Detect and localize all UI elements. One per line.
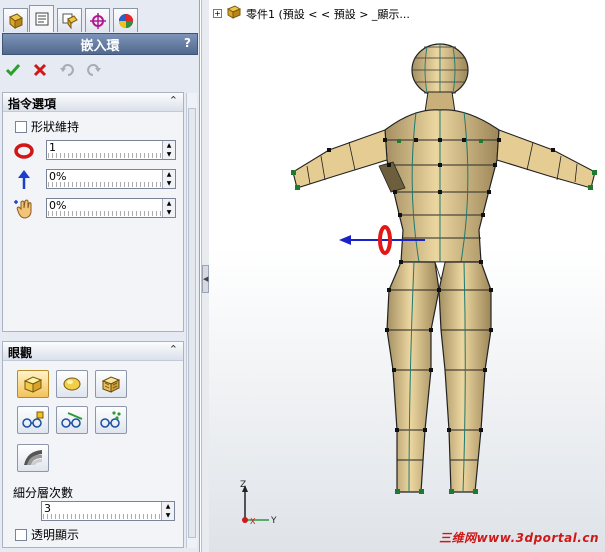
help-button[interactable]: ? bbox=[184, 36, 191, 50]
close-icon[interactable] bbox=[31, 61, 49, 79]
arrow-up-icon bbox=[13, 169, 35, 191]
configuration-icon[interactable] bbox=[57, 8, 82, 32]
command-options-group: 指令選項 ⌃ 形狀維持 1 ▲ ▼ 0% ▲ ▼ 0% ▲ ▼ bbox=[2, 92, 184, 332]
offset-spinbox[interactable]: 0% ▲ ▼ bbox=[46, 169, 176, 189]
scrollbar-thumb[interactable] bbox=[188, 108, 196, 538]
collapse-arrow-icon[interactable]: ◀ bbox=[202, 265, 209, 293]
keep-shape-checkbox[interactable] bbox=[15, 120, 27, 133]
watermark-text: 三维网www.3dportal.cn bbox=[439, 531, 599, 545]
check-icon[interactable] bbox=[4, 61, 22, 79]
property-manager-panel: 嵌入環 ? 指令選項 ⌃ 形狀維持 1 ▲ ▼ 0% ▲ ▼ 0% ▲ ▼ 眼觀… bbox=[0, 0, 200, 552]
ring-count-spinbox[interactable]: 1 ▲ ▼ bbox=[46, 140, 176, 160]
mesh-model[interactable]: Z Y X bbox=[209, 0, 605, 552]
command-options-header[interactable]: 指令選項 ⌃ bbox=[3, 93, 183, 112]
subdivision-level-label: 細分層次數 bbox=[13, 486, 74, 500]
crosshair-icon[interactable] bbox=[85, 8, 110, 32]
subdivision-level-spinbox[interactable]: 3 ▲ ▼ bbox=[41, 501, 175, 521]
vertex-control-icon[interactable] bbox=[95, 406, 127, 434]
spin-buttons[interactable]: ▲ ▼ bbox=[162, 141, 175, 159]
display-group: 眼觀 ⌃ 細分層次數 3 ▲ ▼ 透明顯示 bbox=[2, 341, 184, 548]
panel-splitter[interactable]: ◀ bbox=[201, 0, 209, 552]
axis-y-label: Y bbox=[270, 516, 277, 526]
spin-buttons[interactable]: ▲ ▼ bbox=[162, 170, 175, 188]
spin-buttons[interactable]: ▲ ▼ bbox=[161, 502, 174, 520]
transparent-option[interactable]: 透明顯示 bbox=[15, 526, 79, 543]
edge-control-icon[interactable] bbox=[56, 406, 88, 434]
keep-shape-label: 形狀維持 bbox=[31, 120, 80, 134]
panel-actions bbox=[4, 61, 103, 79]
smooth-shaded-icon[interactable] bbox=[56, 370, 88, 398]
drag-spinbox[interactable]: 0% ▲ ▼ bbox=[46, 198, 176, 218]
control-points-icon[interactable] bbox=[17, 406, 49, 434]
axis-z-label: Z bbox=[240, 480, 246, 490]
ring-count-param: 1 ▲ ▼ bbox=[13, 140, 176, 164]
wireframe-box-icon[interactable] bbox=[95, 370, 127, 398]
appearance-icon[interactable] bbox=[113, 8, 138, 32]
redo-icon[interactable] bbox=[85, 61, 103, 79]
collapse-icon[interactable]: ⌃ bbox=[169, 343, 178, 356]
drag-param: 0% ▲ ▼ bbox=[13, 198, 176, 222]
offset-param: 0% ▲ ▼ bbox=[13, 169, 176, 193]
keep-shape-option[interactable]: 形狀維持 bbox=[15, 118, 79, 135]
transparent-checkbox[interactable] bbox=[15, 528, 27, 541]
display-title: 眼觀 bbox=[8, 346, 33, 360]
ring-icon bbox=[13, 140, 35, 162]
spin-buttons[interactable]: ▲ ▼ bbox=[162, 199, 175, 217]
property-manager-icon[interactable] bbox=[29, 5, 54, 32]
panel-title-bar: 嵌入環 ? bbox=[2, 33, 198, 55]
transparent-label: 透明顯示 bbox=[31, 528, 80, 542]
model-head bbox=[411, 43, 469, 97]
axis-triad: Z Y X bbox=[240, 480, 277, 526]
panel-scrollbar[interactable] bbox=[186, 93, 197, 548]
display-header[interactable]: 眼觀 ⌃ bbox=[3, 342, 183, 361]
subdivision-surface-icon[interactable] bbox=[17, 444, 49, 472]
shaded-box-icon[interactable] bbox=[17, 370, 49, 398]
collapse-icon[interactable]: ⌃ bbox=[169, 94, 178, 107]
model-legs bbox=[386, 261, 492, 493]
manager-tabs bbox=[0, 5, 200, 32]
undo-icon[interactable] bbox=[58, 61, 76, 79]
feature-tree-icon[interactable] bbox=[3, 8, 28, 32]
hand-drag-icon bbox=[13, 198, 35, 220]
panel-title: 嵌入環 bbox=[80, 38, 120, 54]
graphics-area[interactable]: + 零件1 (預設 < < 預設 > _顯示... Z Y X 三维网www.3… bbox=[209, 0, 605, 552]
command-options-title: 指令選項 bbox=[8, 97, 57, 111]
axis-x-label: X bbox=[250, 517, 256, 526]
